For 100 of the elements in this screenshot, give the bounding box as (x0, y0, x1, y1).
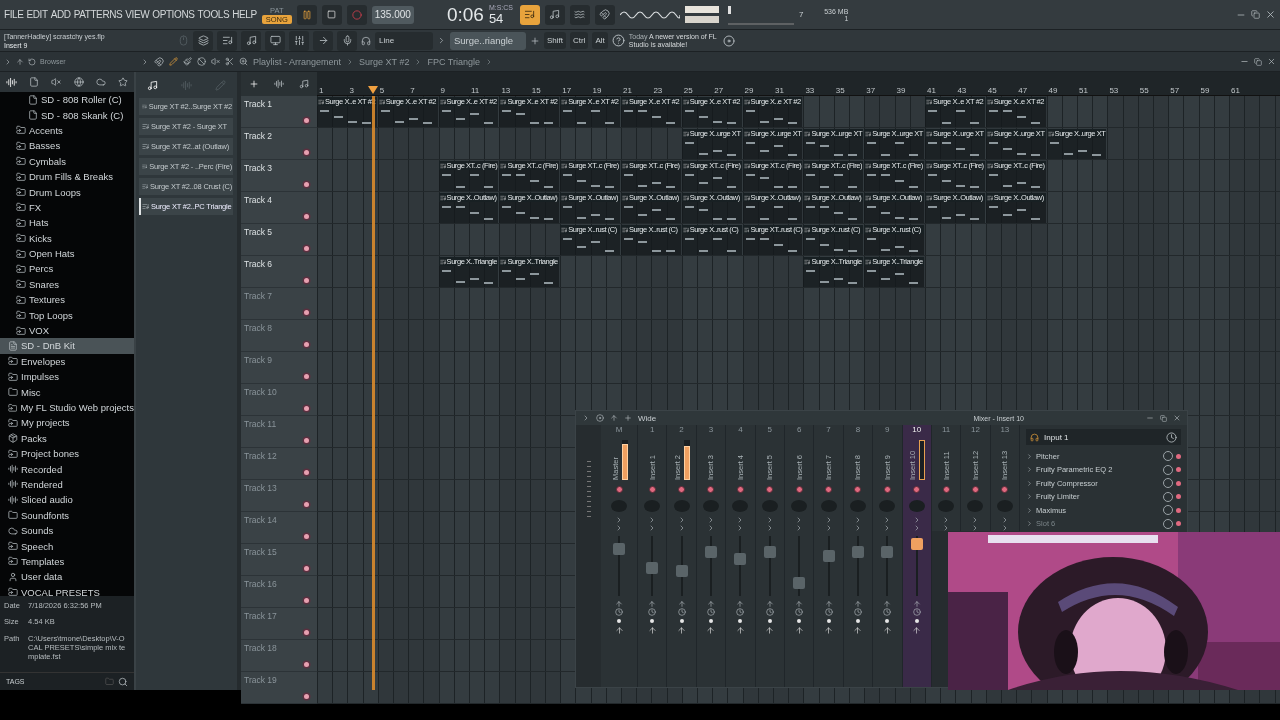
menu-item[interactable]: EDIT (26, 9, 48, 20)
menu-item[interactable]: PATTERNS (73, 9, 123, 20)
breadcrumb-item[interactable]: Surge XT #2 (359, 56, 410, 67)
browser-item[interactable]: Hats (12, 215, 134, 231)
track-name: Track 15 (244, 547, 277, 557)
time-display: 0:06 (446, 3, 484, 26)
browser-item[interactable]: Recorded (0, 461, 134, 477)
menu-item[interactable]: HELP (232, 9, 257, 20)
menu-item[interactable]: ADD (50, 9, 71, 20)
browser-item[interactable]: FX (12, 199, 134, 216)
track-header[interactable]: Track 4 (241, 192, 317, 224)
cpu-value: 7 (798, 10, 804, 19)
browser-item[interactable]: SD - 808 Roller (C) (24, 92, 134, 108)
bar-number: 7 (410, 86, 415, 95)
bar-number: 15 (531, 86, 541, 95)
menu-item[interactable]: OPTIONS (152, 9, 195, 20)
bar-number: 47 (1018, 86, 1028, 95)
browser-item[interactable]: Speech (0, 538, 134, 554)
browser-item[interactable]: Cymbals (12, 153, 134, 169)
browser-item[interactable]: User data (0, 569, 134, 585)
strip-number: 11 (941, 425, 951, 436)
bar-number: 19 (592, 86, 602, 95)
strip-number: 4 (738, 425, 743, 436)
browser-item[interactable]: Basses (12, 138, 134, 154)
track-name: Track 5 (244, 227, 273, 237)
bar-number: 5 (379, 86, 385, 95)
browser-item[interactable]: Misc (0, 384, 134, 400)
browser-item[interactable]: Kicks (12, 230, 134, 246)
bar-number: 25 (683, 86, 693, 95)
browser-item[interactable]: Top Loops (12, 307, 134, 323)
menu-item[interactable]: VIEW (125, 9, 150, 20)
bar-number: 57 (1170, 86, 1180, 95)
breadcrumb-item[interactable]: Playlist - Arrangement (253, 56, 342, 67)
strip-number: 1 (649, 425, 655, 436)
record-source-select[interactable]: Line (375, 31, 433, 50)
strip-number: 10 (912, 425, 922, 436)
modifier-key[interactable]: Shift (544, 32, 566, 49)
browser-item[interactable]: Snares (12, 276, 134, 293)
pattern-selector[interactable]: Surge..riangle (450, 31, 526, 50)
browser-item[interactable]: Sliced audio (0, 492, 134, 508)
breadcrumb-item[interactable]: FPC Triangle (427, 56, 480, 67)
bar-number: 59 (1200, 86, 1210, 95)
browser-item[interactable]: Impulses (0, 369, 134, 385)
browser-item[interactable]: Textures (12, 292, 134, 308)
track-header[interactable]: Track 1 (241, 96, 317, 128)
browser-item[interactable]: Open Hats (12, 245, 134, 262)
browser-item[interactable]: My projects (0, 415, 134, 431)
track-name: Track 4 (244, 195, 273, 205)
bar-number: 33 (805, 86, 815, 95)
mixer-preset[interactable]: Wide (638, 413, 657, 423)
bar-number: 27 (714, 86, 724, 95)
bar-number: 37 (866, 86, 876, 95)
strip-number: 13 (1000, 425, 1010, 436)
modifier-key[interactable]: Ctrl (570, 32, 589, 49)
bar-number: 31 (775, 86, 784, 95)
track-name: Track 9 (244, 355, 273, 365)
menu-item[interactable]: FILE (4, 9, 24, 20)
bar-number: 3 (349, 86, 354, 95)
browser-item[interactable]: Percs (12, 261, 134, 277)
browser-item[interactable]: VOX (12, 322, 134, 339)
bar-number: 23 (653, 86, 663, 95)
track-name: Track 13 (244, 483, 277, 493)
time-centiseconds: 54 (488, 10, 504, 26)
bar-number: 17 (562, 86, 572, 95)
strip-number: 12 (971, 425, 980, 436)
modifier-key[interactable]: Alt (592, 32, 608, 49)
track-name: Track 10 (244, 387, 277, 397)
track-name: Track 8 (244, 323, 273, 333)
track-header[interactable]: Track 6 (241, 256, 317, 288)
bar-number: 1 (319, 86, 324, 95)
timeline-ruler[interactable]: 1 3 5 7 9 11 13 15 17 19 21 23 25 27 29 31 33 35 37 39 41 43 45 47 49 51 53 55 57 59 61 (317, 72, 1280, 96)
track-name: Track 18 (244, 643, 277, 653)
input-select[interactable]: Input 1 (1026, 429, 1181, 445)
track-header[interactable]: Track 3 (241, 160, 317, 192)
bar-number: 45 (987, 86, 997, 95)
strip-number: 2 (679, 425, 684, 436)
browser-item[interactable]: Drum Loops (12, 184, 134, 200)
strip-number: 5 (767, 425, 772, 436)
track-name: Track 12 (244, 451, 277, 461)
track-name: Track 17 (244, 611, 277, 621)
bar-number: 49 (1048, 86, 1058, 95)
bar-number: 21 (623, 86, 632, 95)
track-header[interactable]: Track 2 (241, 128, 317, 160)
track-header[interactable]: Track 5 (241, 224, 317, 256)
strip-number: 8 (855, 425, 861, 436)
bar-number: 43 (957, 86, 967, 95)
track-name: Track 16 (244, 579, 277, 589)
bar-number: 61 (1231, 86, 1240, 95)
tempo-display[interactable]: 135.000 (371, 5, 414, 24)
browser-item[interactable]: SD - DnB Kit (0, 338, 134, 354)
strip-number: 9 (885, 425, 890, 436)
bar-number: 39 (896, 86, 906, 95)
bar-number: 9 (440, 86, 446, 95)
browser-item[interactable]: Accents (12, 122, 134, 139)
track-name: Track 3 (244, 163, 273, 173)
bar-number: 13 (501, 86, 511, 95)
browser-item[interactable]: SD - 808 Skank (C) (24, 107, 134, 123)
browser-item[interactable]: Drum Fills & Breaks (12, 168, 134, 185)
bar-number: 53 (1109, 86, 1119, 95)
menu-item[interactable]: TOOLS (197, 9, 230, 20)
